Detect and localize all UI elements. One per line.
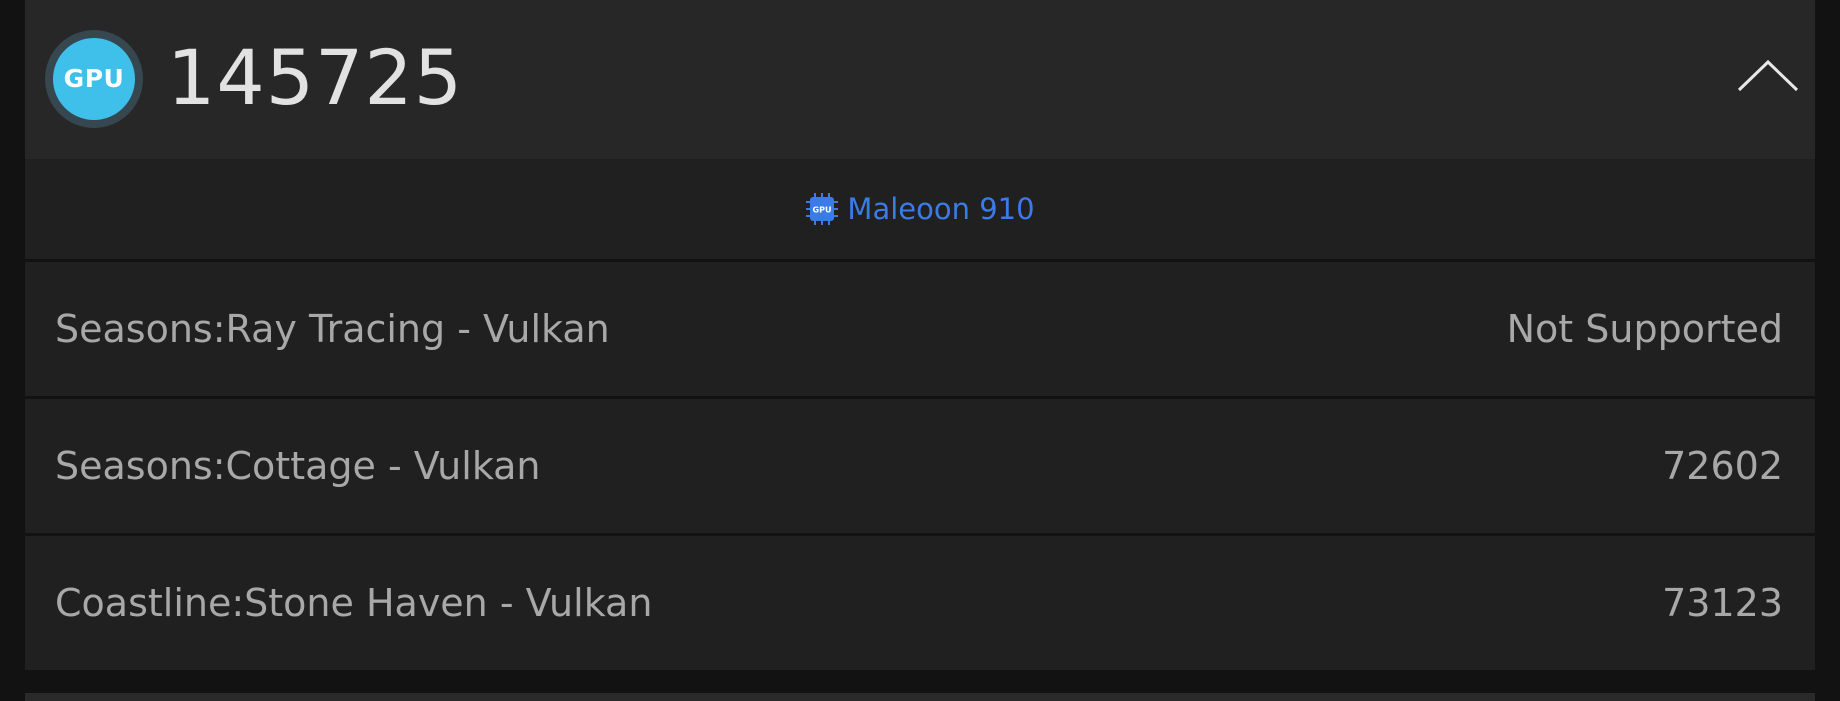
result-row-stone-haven: Coastline:Stone Haven - Vulkan 73123 bbox=[25, 536, 1815, 670]
result-value: 73123 bbox=[1662, 581, 1783, 625]
collapse-button[interactable] bbox=[1735, 52, 1801, 104]
result-row-cottage: Seasons:Cottage - Vulkan 72602 bbox=[25, 399, 1815, 533]
result-row-ray-tracing: Seasons:Ray Tracing - Vulkan Not Support… bbox=[25, 262, 1815, 396]
chevron-up-icon bbox=[1737, 59, 1799, 92]
device-link[interactable]: GPU Maleoon 910 bbox=[25, 159, 1815, 259]
gpu-score-header[interactable]: GPU 145725 bbox=[25, 0, 1815, 159]
gpu-badge-icon: GPU bbox=[45, 30, 143, 128]
result-value: 72602 bbox=[1662, 444, 1783, 488]
device-row: GPU Maleoon 910 bbox=[25, 159, 1815, 259]
result-label: Coastline:Stone Haven - Vulkan bbox=[55, 581, 653, 625]
gpu-total-score: 145725 bbox=[167, 33, 464, 122]
gpu-score-panel: GPU 145725 GPU Maleoon 910 Seasons:Ray T… bbox=[25, 0, 1815, 670]
gpu-chip-label: GPU bbox=[813, 206, 832, 215]
result-label: Seasons:Cottage - Vulkan bbox=[55, 444, 541, 488]
next-card-edge bbox=[25, 693, 1815, 701]
result-value: Not Supported bbox=[1506, 307, 1783, 351]
gpu-badge-label: GPU bbox=[53, 38, 135, 120]
gpu-chip-icon: GPU bbox=[806, 193, 839, 225]
result-label: Seasons:Ray Tracing - Vulkan bbox=[55, 307, 610, 351]
device-name: Maleoon 910 bbox=[847, 192, 1035, 226]
